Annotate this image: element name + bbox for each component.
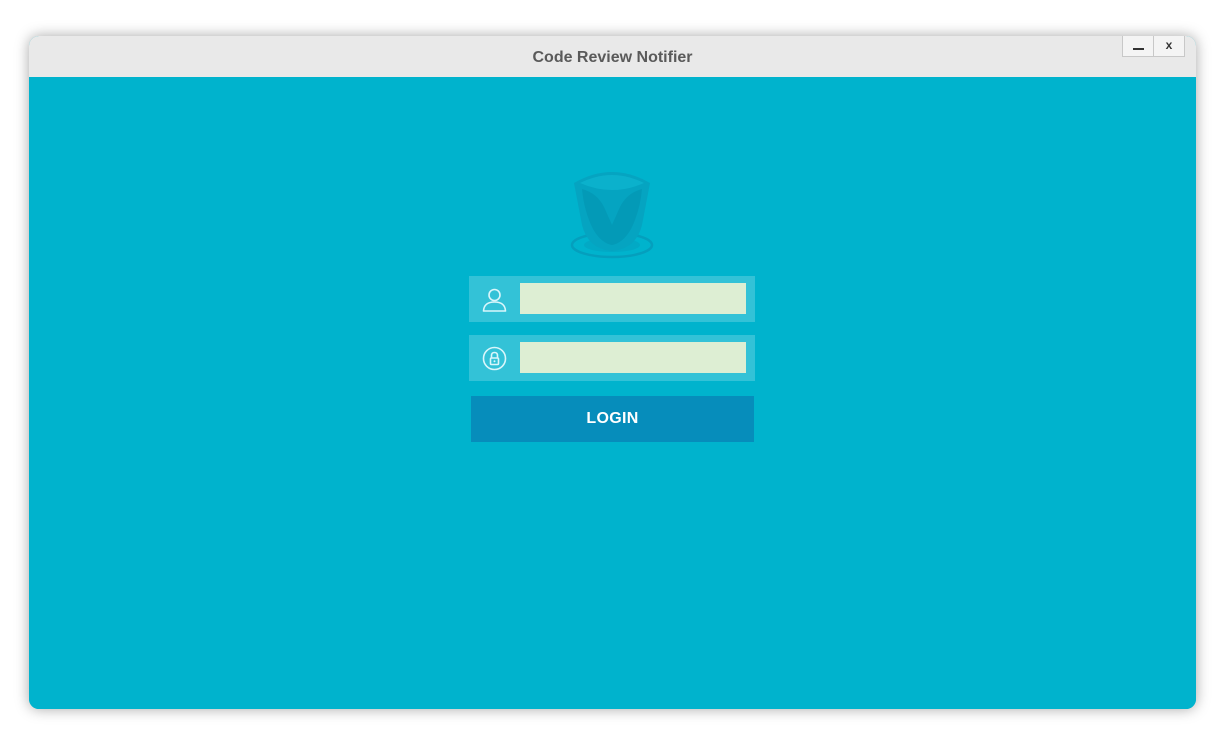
close-button[interactable]: x (1153, 36, 1184, 56)
minimize-button[interactable] (1123, 36, 1153, 56)
password-row (469, 335, 755, 381)
window-title: Code Review Notifier (532, 49, 693, 66)
login-button[interactable]: LOGIN (471, 396, 754, 442)
password-field[interactable] (520, 342, 746, 373)
user-icon (482, 288, 507, 312)
window-controls: x (1122, 36, 1185, 57)
app-window: Code Review Notifier x LOGIN (29, 36, 1196, 709)
lock-icon (482, 346, 507, 371)
app-logo-icon (570, 172, 654, 259)
username-row (469, 276, 755, 322)
title-bar[interactable]: Code Review Notifier x (29, 36, 1196, 77)
minimize-icon (1133, 48, 1144, 50)
username-field[interactable] (520, 283, 746, 314)
close-icon: x (1165, 38, 1173, 52)
login-panel: LOGIN (29, 77, 1196, 709)
